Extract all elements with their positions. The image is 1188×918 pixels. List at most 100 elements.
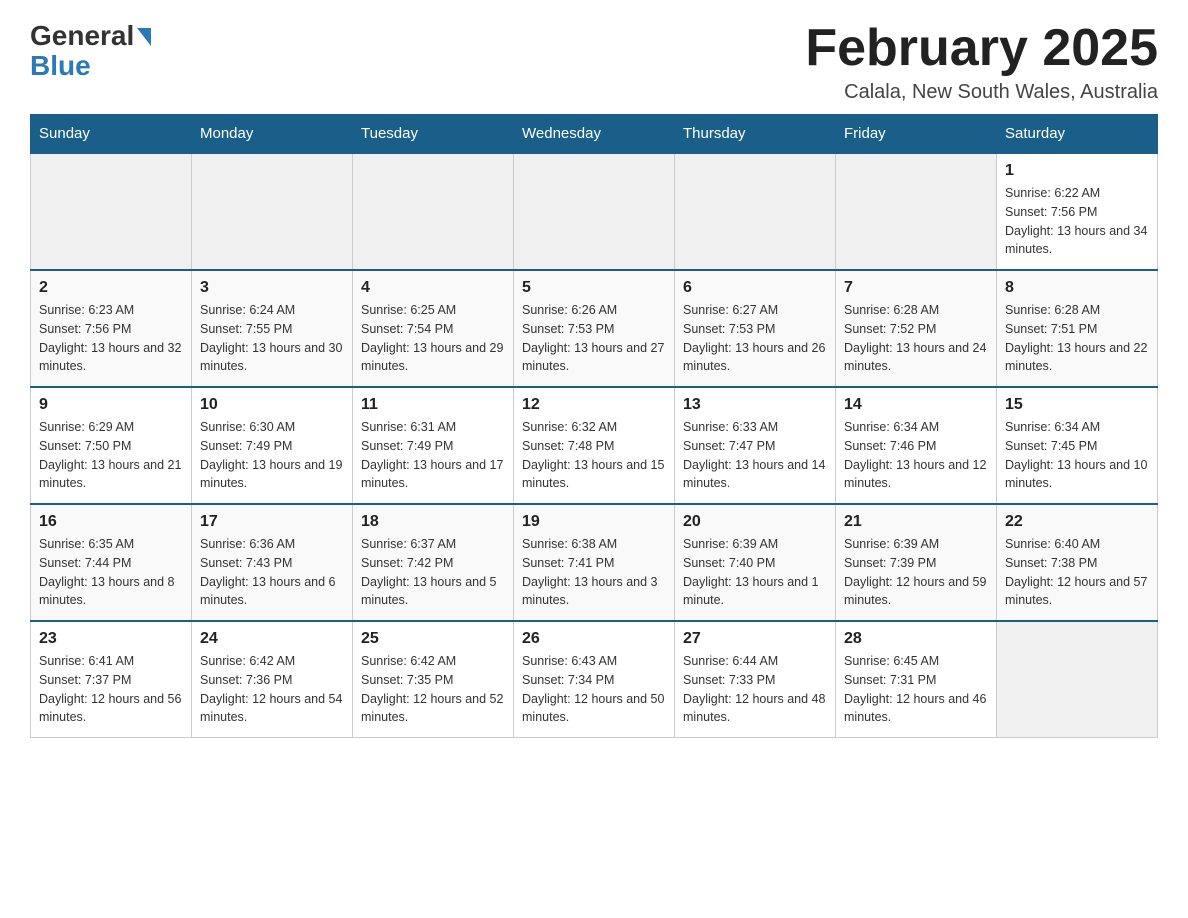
day-number: 19 [522, 513, 666, 531]
week-row-5: 23 Sunrise: 6:41 AMSunset: 7:37 PMDayligh… [31, 621, 1158, 738]
table-cell: 25 Sunrise: 6:42 AMSunset: 7:35 PMDayligh… [353, 621, 514, 738]
day-info: Sunrise: 6:43 AMSunset: 7:34 PMDaylight:… [522, 652, 666, 727]
day-number: 4 [361, 279, 505, 297]
col-saturday: Saturday [997, 115, 1158, 154]
table-cell: 18 Sunrise: 6:37 AMSunset: 7:42 PMDayligh… [353, 504, 514, 621]
table-cell: 14 Sunrise: 6:34 AMSunset: 7:46 PMDayligh… [836, 387, 997, 504]
day-info: Sunrise: 6:39 AMSunset: 7:39 PMDaylight:… [844, 535, 988, 610]
day-info: Sunrise: 6:26 AMSunset: 7:53 PMDaylight:… [522, 301, 666, 376]
table-cell: 15 Sunrise: 6:34 AMSunset: 7:45 PMDayligh… [997, 387, 1158, 504]
table-cell: 22 Sunrise: 6:40 AMSunset: 7:38 PMDayligh… [997, 504, 1158, 621]
month-title: February 2025 [805, 20, 1158, 77]
day-number: 10 [200, 396, 344, 414]
day-number: 16 [39, 513, 183, 531]
day-info: Sunrise: 6:37 AMSunset: 7:42 PMDaylight:… [361, 535, 505, 610]
table-cell: 13 Sunrise: 6:33 AMSunset: 7:47 PMDayligh… [675, 387, 836, 504]
table-cell: 23 Sunrise: 6:41 AMSunset: 7:37 PMDayligh… [31, 621, 192, 738]
day-info: Sunrise: 6:29 AMSunset: 7:50 PMDaylight:… [39, 418, 183, 493]
day-info: Sunrise: 6:30 AMSunset: 7:49 PMDaylight:… [200, 418, 344, 493]
day-info: Sunrise: 6:41 AMSunset: 7:37 PMDaylight:… [39, 652, 183, 727]
page-header: General Blue February 2025 Calala, New S… [30, 20, 1158, 104]
table-cell: 20 Sunrise: 6:39 AMSunset: 7:40 PMDayligh… [675, 504, 836, 621]
table-cell: 26Sunrise: 6:43 AMSunset: 7:34 PMDayligh… [514, 621, 675, 738]
title-section: February 2025 Calala, New South Wales, A… [805, 20, 1158, 104]
day-number: 15 [1005, 396, 1149, 414]
table-cell: 3 Sunrise: 6:24 AMSunset: 7:55 PMDaylight… [192, 270, 353, 387]
day-number: 5 [522, 279, 666, 297]
day-number: 18 [361, 513, 505, 531]
day-info: Sunrise: 6:39 AMSunset: 7:40 PMDaylight:… [683, 535, 827, 610]
col-wednesday: Wednesday [514, 115, 675, 154]
day-info: Sunrise: 6:42 AMSunset: 7:36 PMDaylight:… [200, 652, 344, 727]
day-number: 22 [1005, 513, 1149, 531]
day-number: 13 [683, 396, 827, 414]
day-number: 3 [200, 279, 344, 297]
day-number: 14 [844, 396, 988, 414]
day-info: Sunrise: 6:40 AMSunset: 7:38 PMDaylight:… [1005, 535, 1149, 610]
table-cell [997, 621, 1158, 738]
table-cell [836, 153, 997, 270]
day-number: 1 [1005, 162, 1149, 180]
table-cell: 4 Sunrise: 6:25 AMSunset: 7:54 PMDaylight… [353, 270, 514, 387]
day-info: Sunrise: 6:27 AMSunset: 7:53 PMDaylight:… [683, 301, 827, 376]
table-cell: 17 Sunrise: 6:36 AMSunset: 7:43 PMDayligh… [192, 504, 353, 621]
table-cell: 9 Sunrise: 6:29 AMSunset: 7:50 PMDaylight… [31, 387, 192, 504]
day-number: 28 [844, 630, 988, 648]
table-cell: 6 Sunrise: 6:27 AMSunset: 7:53 PMDaylight… [675, 270, 836, 387]
week-row-4: 16Sunrise: 6:35 AMSunset: 7:44 PMDayligh… [31, 504, 1158, 621]
week-row-3: 9 Sunrise: 6:29 AMSunset: 7:50 PMDaylight… [31, 387, 1158, 504]
day-info: Sunrise: 6:36 AMSunset: 7:43 PMDaylight:… [200, 535, 344, 610]
day-number: 9 [39, 396, 183, 414]
day-info: Sunrise: 6:23 AMSunset: 7:56 PMDaylight:… [39, 301, 183, 376]
day-info: Sunrise: 6:24 AMSunset: 7:55 PMDaylight:… [200, 301, 344, 376]
table-cell: 24 Sunrise: 6:42 AMSunset: 7:36 PMDayligh… [192, 621, 353, 738]
day-info: Sunrise: 6:34 AMSunset: 7:45 PMDaylight:… [1005, 418, 1149, 493]
day-info: Sunrise: 6:45 AMSunset: 7:31 PMDaylight:… [844, 652, 988, 727]
week-row-1: 1Sunrise: 6:22 AMSunset: 7:56 PMDaylight… [31, 153, 1158, 270]
day-info: Sunrise: 6:42 AMSunset: 7:35 PMDaylight:… [361, 652, 505, 727]
table-cell: 21Sunrise: 6:39 AMSunset: 7:39 PMDayligh… [836, 504, 997, 621]
table-cell: 8 Sunrise: 6:28 AMSunset: 7:51 PMDaylight… [997, 270, 1158, 387]
col-friday: Friday [836, 115, 997, 154]
day-number: 23 [39, 630, 183, 648]
table-cell [514, 153, 675, 270]
day-info: Sunrise: 6:31 AMSunset: 7:49 PMDaylight:… [361, 418, 505, 493]
day-info: Sunrise: 6:25 AMSunset: 7:54 PMDaylight:… [361, 301, 505, 376]
day-info: Sunrise: 6:44 AMSunset: 7:33 PMDaylight:… [683, 652, 827, 727]
table-cell: 10 Sunrise: 6:30 AMSunset: 7:49 PMDayligh… [192, 387, 353, 504]
day-number: 8 [1005, 279, 1149, 297]
day-info: Sunrise: 6:38 AMSunset: 7:41 PMDaylight:… [522, 535, 666, 610]
logo-general-text: General [30, 20, 134, 52]
day-number: 2 [39, 279, 183, 297]
calendar-header-row: Sunday Monday Tuesday Wednesday Thursday… [31, 115, 1158, 154]
table-cell: 2 Sunrise: 6:23 AMSunset: 7:56 PMDaylight… [31, 270, 192, 387]
table-cell: 27 Sunrise: 6:44 AMSunset: 7:33 PMDayligh… [675, 621, 836, 738]
day-number: 6 [683, 279, 827, 297]
col-monday: Monday [192, 115, 353, 154]
day-info: Sunrise: 6:34 AMSunset: 7:46 PMDaylight:… [844, 418, 988, 493]
day-info: Sunrise: 6:32 AMSunset: 7:48 PMDaylight:… [522, 418, 666, 493]
day-info: Sunrise: 6:28 AMSunset: 7:51 PMDaylight:… [1005, 301, 1149, 376]
table-cell: 12 Sunrise: 6:32 AMSunset: 7:48 PMDayligh… [514, 387, 675, 504]
day-info: Sunrise: 6:33 AMSunset: 7:47 PMDaylight:… [683, 418, 827, 493]
day-number: 11 [361, 396, 505, 414]
table-cell: 19 Sunrise: 6:38 AMSunset: 7:41 PMDayligh… [514, 504, 675, 621]
table-cell: 1Sunrise: 6:22 AMSunset: 7:56 PMDaylight… [997, 153, 1158, 270]
day-number: 27 [683, 630, 827, 648]
table-cell [31, 153, 192, 270]
day-number: 20 [683, 513, 827, 531]
col-tuesday: Tuesday [353, 115, 514, 154]
day-number: 25 [361, 630, 505, 648]
table-cell: 7Sunrise: 6:28 AMSunset: 7:52 PMDaylight… [836, 270, 997, 387]
day-number: 12 [522, 396, 666, 414]
day-number: 24 [200, 630, 344, 648]
day-number: 17 [200, 513, 344, 531]
logo-arrow-icon [137, 28, 151, 46]
logo: General Blue [30, 20, 151, 82]
table-cell: 5 Sunrise: 6:26 AMSunset: 7:53 PMDaylight… [514, 270, 675, 387]
table-cell [192, 153, 353, 270]
calendar-table: Sunday Monday Tuesday Wednesday Thursday… [30, 114, 1158, 738]
day-number: 7 [844, 279, 988, 297]
location-text: Calala, New South Wales, Australia [805, 81, 1158, 104]
table-cell: 11 Sunrise: 6:31 AMSunset: 7:49 PMDayligh… [353, 387, 514, 504]
